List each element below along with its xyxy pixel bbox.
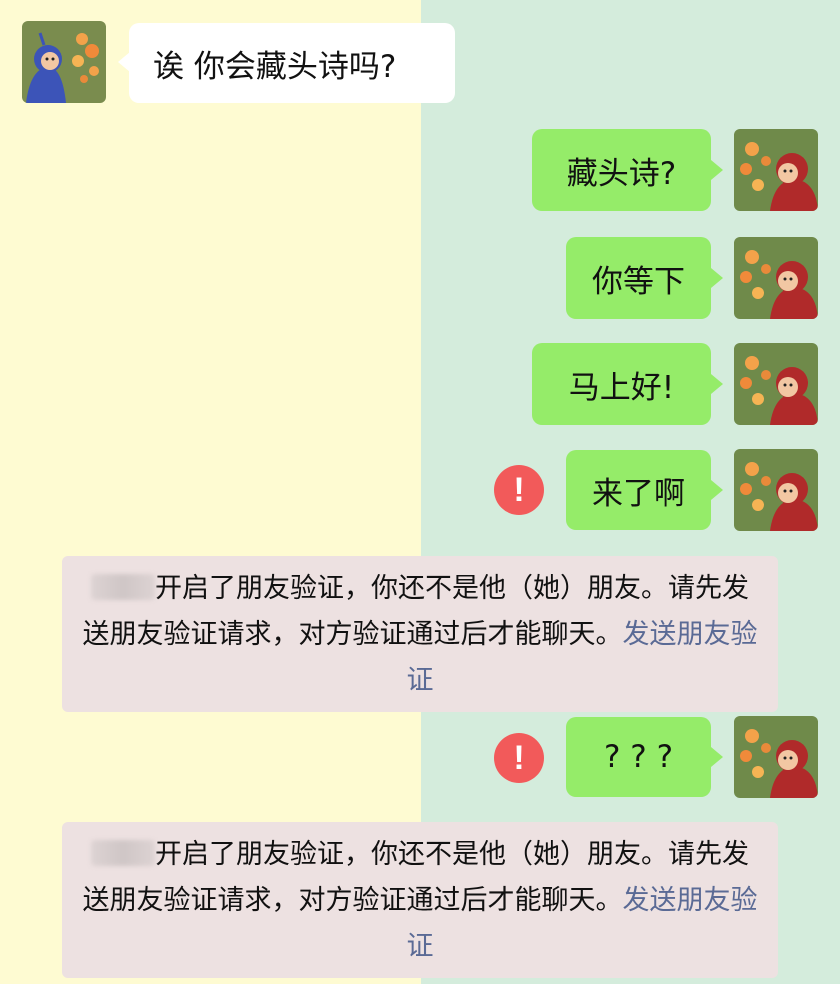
outgoing-message-bubble[interactable]: 藏头诗? — [532, 129, 711, 211]
friend-verification-notice: 开启了朋友验证，你还不是他（她）朋友。请先发送朋友验证请求，对方验证通过后才能聊… — [62, 822, 778, 978]
message-text: 马上好! — [568, 369, 675, 406]
blurred-contact-name — [91, 840, 155, 866]
message-text: 藏头诗? — [566, 155, 677, 192]
send-failed-icon[interactable]: ! — [494, 733, 544, 783]
red-character-avatar-icon — [734, 449, 818, 531]
outgoing-bubble-tail — [711, 160, 723, 180]
outgoing-bubble-tail — [711, 374, 723, 394]
contact-avatar[interactable] — [22, 21, 106, 103]
message-text: 诶 你会藏头诗吗? — [153, 48, 397, 85]
red-character-avatar-icon — [734, 237, 818, 319]
self-avatar[interactable] — [734, 237, 818, 319]
red-character-avatar-icon — [734, 343, 818, 425]
self-avatar[interactable] — [734, 449, 818, 531]
self-avatar[interactable] — [734, 716, 818, 798]
outgoing-bubble-tail — [711, 268, 723, 288]
send-failed-icon[interactable]: ! — [494, 465, 544, 515]
message-text: 来了啊 — [592, 475, 685, 512]
red-character-avatar-icon — [734, 716, 818, 798]
outgoing-message-bubble[interactable]: 你等下 — [566, 237, 711, 319]
message-text: 你等下 — [592, 263, 685, 300]
outgoing-bubble-tail — [711, 480, 723, 500]
incoming-message-bubble[interactable]: 诶 你会藏头诗吗? — [129, 23, 455, 103]
outgoing-message-bubble[interactable]: 来了啊 — [566, 450, 711, 530]
outgoing-bubble-tail — [711, 747, 723, 767]
blurred-contact-name — [91, 574, 155, 600]
blue-character-avatar-icon — [22, 21, 106, 103]
self-avatar[interactable] — [734, 343, 818, 425]
friend-verification-notice: 开启了朋友验证，你还不是他（她）朋友。请先发送朋友验证请求，对方验证通过后才能聊… — [62, 556, 778, 712]
outgoing-message-bubble[interactable]: ? ? ? — [566, 717, 711, 797]
red-character-avatar-icon — [734, 129, 818, 211]
message-text: ? ? ? — [603, 739, 674, 775]
self-avatar[interactable] — [734, 129, 818, 211]
outgoing-message-bubble[interactable]: 马上好! — [532, 343, 711, 425]
